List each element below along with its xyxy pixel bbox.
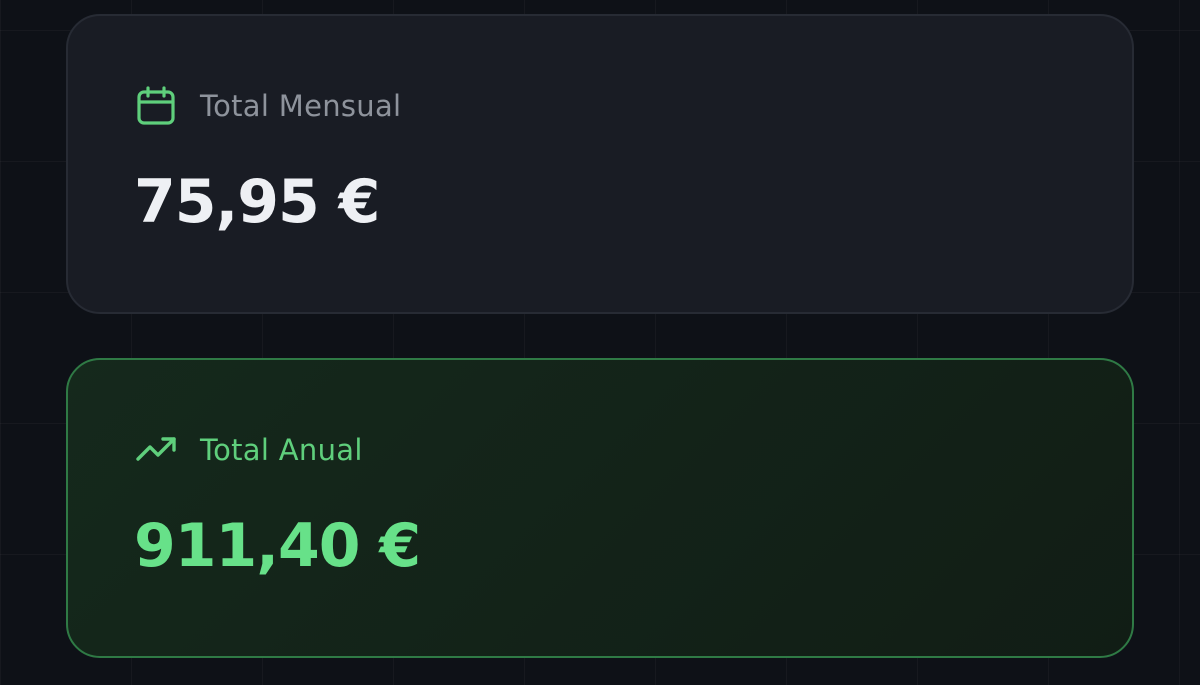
monthly-total-amount: 75,95 € <box>134 167 380 237</box>
trending-up-icon <box>136 429 178 471</box>
annual-total-label: Total Anual <box>200 433 363 467</box>
annual-total-amount: 911,40 € <box>134 511 421 581</box>
annual-total-header: Total Anual <box>136 430 363 470</box>
calendar-icon <box>136 85 178 127</box>
monthly-total-header: Total Mensual <box>136 86 401 126</box>
annual-total-card: Total Anual 911,40 € <box>66 358 1134 658</box>
monthly-total-card: Total Mensual 75,95 € <box>66 14 1134 314</box>
monthly-total-label: Total Mensual <box>200 89 402 123</box>
